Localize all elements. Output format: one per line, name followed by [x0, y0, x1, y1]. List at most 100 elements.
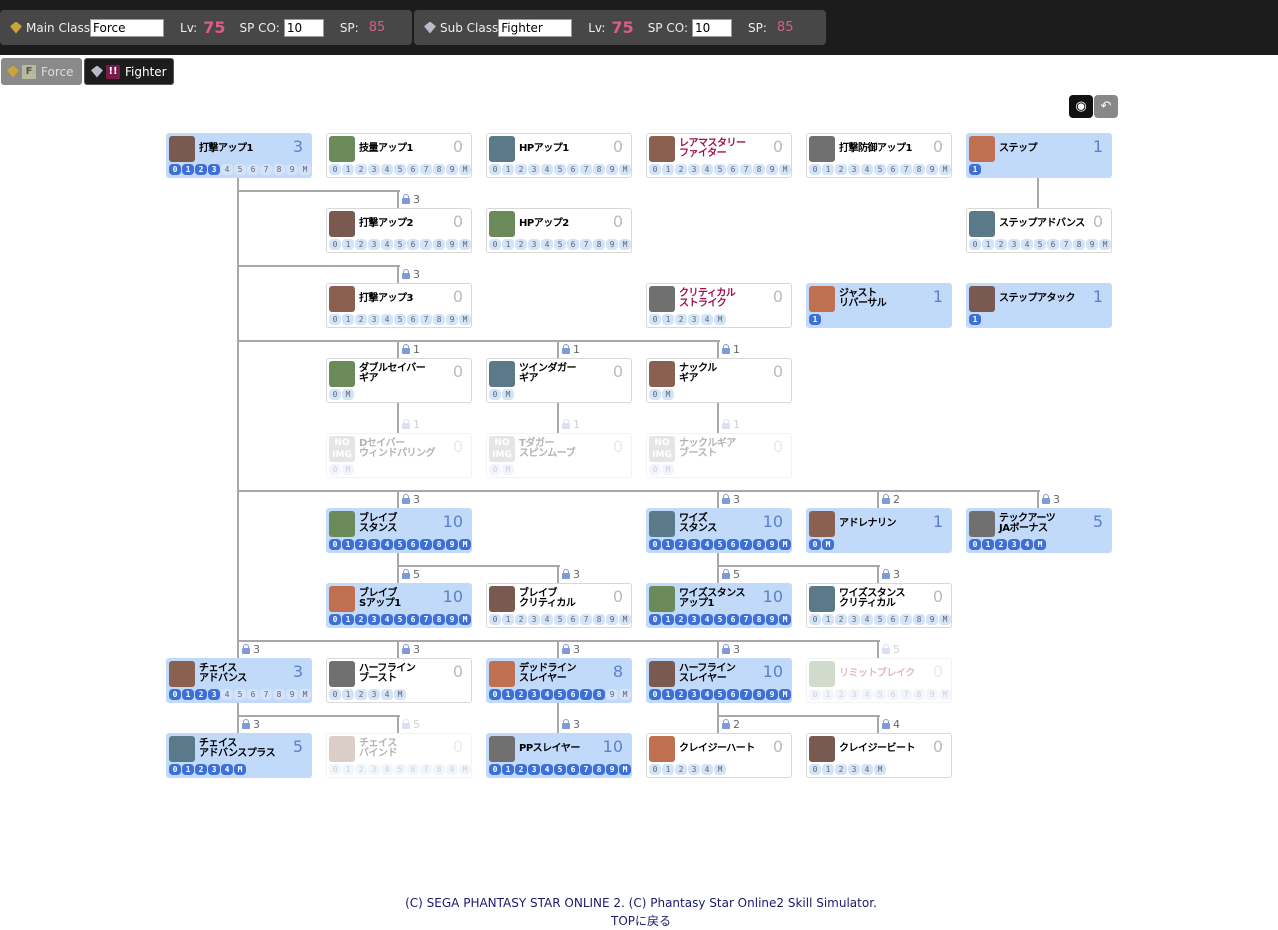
level-pip[interactable]: 3 — [528, 614, 540, 625]
level-pip[interactable]: M — [779, 689, 791, 700]
level-pip[interactable]: 7 — [740, 614, 752, 625]
level-pip[interactable]: 0 — [329, 389, 341, 400]
level-pip[interactable]: 6 — [727, 539, 739, 550]
level-pip[interactable]: 8 — [753, 164, 765, 175]
level-pip[interactable]: M — [299, 689, 311, 700]
level-pip[interactable]: 9 — [606, 164, 618, 175]
level-pip[interactable]: 0 — [649, 764, 661, 775]
level-pip[interactable]: 9 — [606, 689, 618, 700]
level-pip[interactable]: 7 — [260, 689, 272, 700]
level-pip[interactable]: M — [662, 464, 674, 475]
level-pip[interactable]: 6 — [887, 689, 899, 700]
level-pip[interactable]: 1 — [662, 314, 674, 325]
level-pip[interactable]: 1 — [982, 539, 994, 550]
level-pip[interactable]: 8 — [433, 164, 445, 175]
level-pip[interactable]: 7 — [420, 314, 432, 325]
level-pip[interactable]: 5 — [394, 764, 406, 775]
level-pip[interactable]: 1 — [662, 689, 674, 700]
level-pip[interactable]: 8 — [753, 689, 765, 700]
level-pip[interactable]: 6 — [407, 164, 419, 175]
sub-spco-input[interactable] — [692, 18, 733, 37]
level-pip[interactable]: 8 — [433, 539, 445, 550]
level-pip[interactable]: 7 — [420, 164, 432, 175]
skill-card[interactable]: ジャスト リバーサル 1 1 — [806, 283, 952, 328]
level-pip[interactable]: 1 — [502, 689, 514, 700]
tab-force[interactable]: F Force — [1, 58, 82, 85]
level-pip[interactable]: 2 — [675, 764, 687, 775]
level-pip[interactable]: 6 — [407, 314, 419, 325]
level-pip[interactable]: 6 — [407, 614, 419, 625]
level-pip[interactable]: M — [394, 689, 406, 700]
level-pip[interactable]: 9 — [766, 614, 778, 625]
skill-card[interactable]: ブレイブ Sアップ1 10 0 1 2 3 4 5 6 7 8 9 M — [326, 583, 472, 628]
level-pip[interactable]: 4 — [1021, 239, 1033, 250]
level-pip[interactable]: 9 — [606, 764, 618, 775]
skill-card[interactable]: HPアップ1 0 0 1 2 3 4 5 6 7 8 9 M — [486, 133, 632, 178]
level-pip[interactable]: 5 — [554, 689, 566, 700]
level-pip[interactable]: 1 — [502, 239, 514, 250]
level-pip[interactable]: 1 — [342, 614, 354, 625]
level-pip[interactable]: 2 — [355, 314, 367, 325]
level-pip[interactable]: 7 — [580, 239, 592, 250]
skill-card[interactable]: クリティカル ストライク 0 0 1 2 3 4 M — [646, 283, 792, 328]
level-pip[interactable]: 1 — [662, 764, 674, 775]
level-pip[interactable]: 1 — [822, 689, 834, 700]
level-pip[interactable]: 5 — [554, 239, 566, 250]
level-pip[interactable]: 0 — [969, 239, 981, 250]
skill-card[interactable]: アドレナリン 1 0 M — [806, 508, 952, 553]
level-pip[interactable]: 0 — [329, 314, 341, 325]
level-pip[interactable]: 1 — [182, 689, 194, 700]
level-pip[interactable]: 5 — [714, 539, 726, 550]
level-pip[interactable]: 2 — [835, 764, 847, 775]
level-pip[interactable]: 6 — [567, 764, 579, 775]
level-pip[interactable]: M — [714, 314, 726, 325]
level-pip[interactable]: 2 — [355, 614, 367, 625]
level-pip[interactable]: 1 — [502, 764, 514, 775]
level-pip[interactable]: 4 — [541, 764, 553, 775]
skill-card[interactable]: デッドライン スレイヤー 8 0 1 2 3 4 5 6 7 8 9 M — [486, 658, 632, 703]
skill-card[interactable]: ワイズ スタンス 10 0 1 2 3 4 5 6 7 8 9 M — [646, 508, 792, 553]
level-pip[interactable]: M — [619, 764, 631, 775]
skill-card[interactable]: ツインダガー ギア 0 0 M — [486, 358, 632, 403]
skill-card[interactable]: ハーフライン スレイヤー 10 0 1 2 3 4 5 6 7 8 9 M — [646, 658, 792, 703]
level-pip[interactable]: 8 — [753, 539, 765, 550]
level-pip[interactable]: 7 — [900, 614, 912, 625]
level-pip[interactable]: 9 — [446, 164, 458, 175]
skill-card[interactable]: ダブルセイバー ギア 0 0 M — [326, 358, 472, 403]
level-pip[interactable]: M — [342, 464, 354, 475]
level-pip[interactable]: 3 — [688, 764, 700, 775]
level-pip[interactable]: 3 — [208, 164, 220, 175]
level-pip[interactable]: 2 — [195, 164, 207, 175]
level-pip[interactable]: 8 — [593, 764, 605, 775]
level-pip[interactable]: M — [1099, 239, 1111, 250]
level-pip[interactable]: M — [619, 689, 631, 700]
level-pip[interactable]: 0 — [329, 689, 341, 700]
level-pip[interactable]: M — [459, 539, 471, 550]
level-pip[interactable]: 4 — [381, 614, 393, 625]
level-pip[interactable]: 7 — [1060, 239, 1072, 250]
level-pip[interactable]: 0 — [489, 464, 501, 475]
level-pip[interactable]: 0 — [809, 764, 821, 775]
level-pip[interactable]: 3 — [528, 164, 540, 175]
skill-card[interactable]: テックアーツ JAボーナス 5 0 1 2 3 4 M — [966, 508, 1112, 553]
level-pip[interactable]: 6 — [567, 689, 579, 700]
level-pip[interactable]: M — [459, 164, 471, 175]
level-pip[interactable]: 2 — [675, 314, 687, 325]
level-pip[interactable]: 4 — [541, 164, 553, 175]
level-pip[interactable]: 0 — [329, 539, 341, 550]
level-pip[interactable]: 7 — [580, 689, 592, 700]
level-pip[interactable]: 9 — [286, 689, 298, 700]
level-pip[interactable]: 2 — [355, 539, 367, 550]
level-pip[interactable]: 8 — [433, 239, 445, 250]
level-pip[interactable]: 5 — [874, 164, 886, 175]
level-pip[interactable]: 5 — [394, 614, 406, 625]
level-pip[interactable]: 4 — [381, 539, 393, 550]
level-pip[interactable]: 0 — [649, 539, 661, 550]
level-pip[interactable]: 1 — [809, 314, 821, 325]
level-pip[interactable]: 8 — [753, 614, 765, 625]
level-pip[interactable]: 8 — [593, 164, 605, 175]
top-link[interactable]: TOPに戻る — [611, 914, 671, 928]
level-pip[interactable]: 4 — [381, 239, 393, 250]
level-pip[interactable]: 7 — [580, 764, 592, 775]
level-pip[interactable]: 4 — [701, 764, 713, 775]
